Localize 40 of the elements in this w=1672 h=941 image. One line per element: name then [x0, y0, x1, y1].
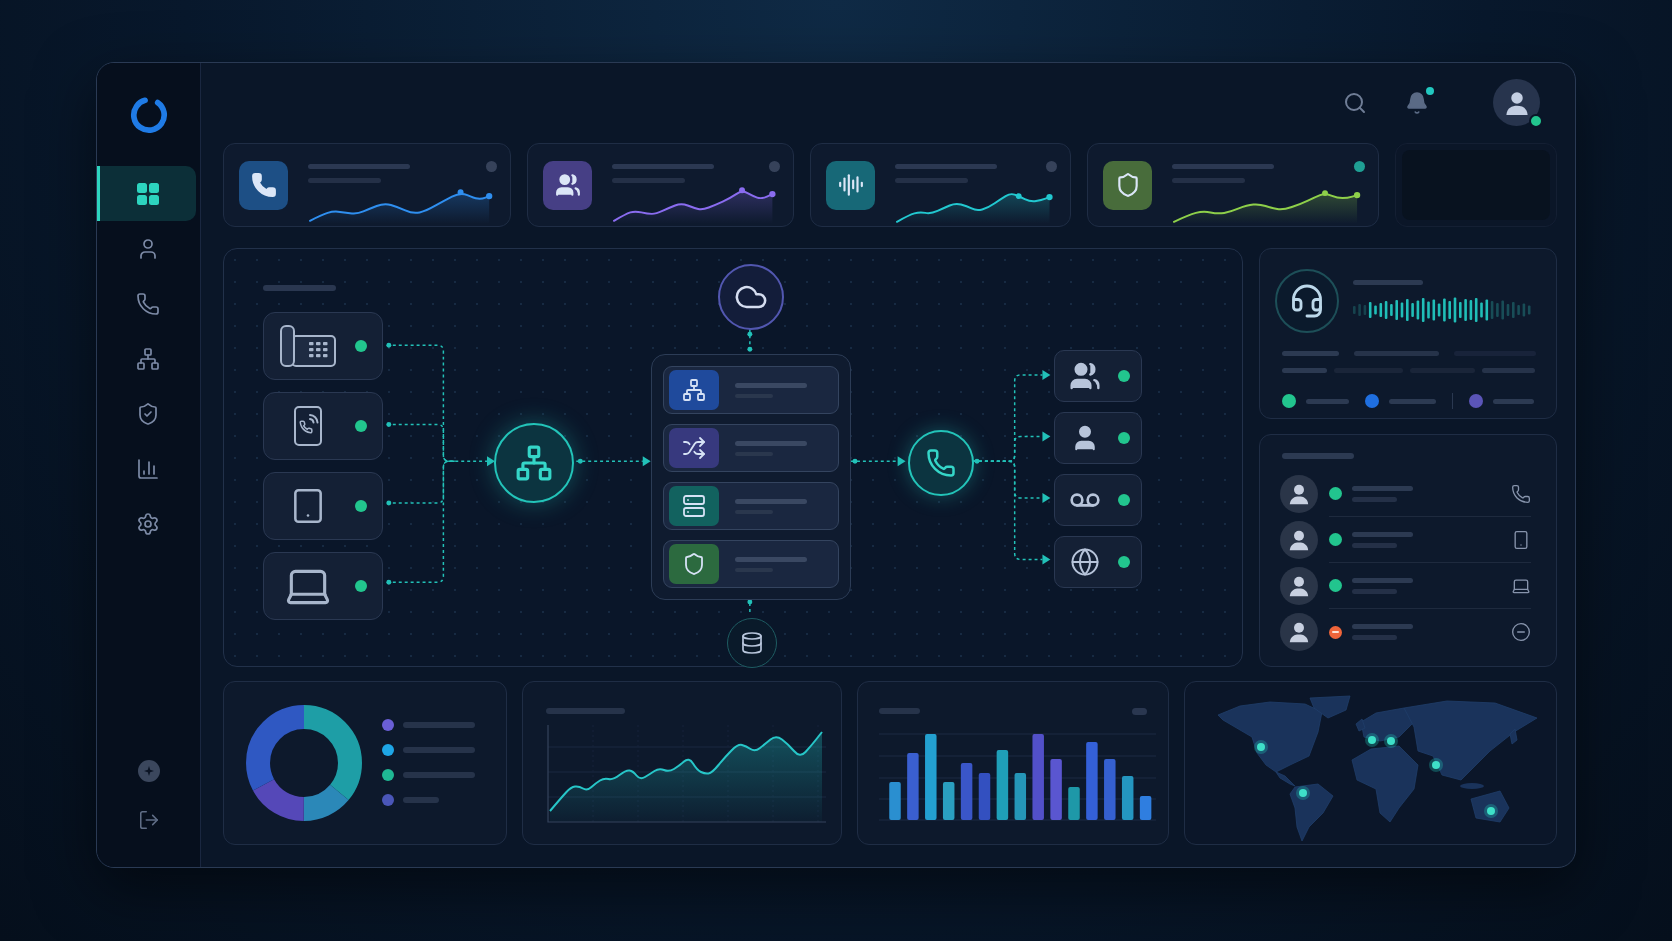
desk-phone-icon	[280, 325, 336, 368]
avatar-icon	[1280, 613, 1318, 652]
globe-icon	[1070, 547, 1100, 578]
settings-icon	[136, 511, 160, 536]
bar-chart-icon	[136, 456, 160, 481]
phone-icon	[1511, 483, 1531, 504]
dashboard-grid-icon	[137, 182, 159, 205]
mobile-phone-icon	[294, 406, 322, 447]
map-pin-icon[interactable]	[1254, 740, 1268, 754]
avatar-icon	[1280, 475, 1318, 514]
bell-icon[interactable]	[1405, 90, 1429, 115]
shield-icon	[136, 401, 160, 426]
hierarchy-icon[interactable]	[494, 423, 574, 504]
avatar-icon	[1280, 521, 1318, 560]
map-pin-icon[interactable]	[1296, 786, 1310, 800]
map-pin-icon[interactable]	[1365, 733, 1379, 747]
search-icon[interactable]	[1343, 90, 1367, 115]
avatar-icon	[1280, 567, 1318, 606]
sidebar-nav-item[interactable]	[97, 166, 196, 221]
minus-circle-icon	[1511, 622, 1531, 643]
map-pin-icon[interactable]	[1484, 804, 1498, 818]
avatar-icon[interactable]	[1493, 79, 1540, 127]
routing-step-card[interactable]	[663, 366, 839, 415]
logo-icon	[129, 95, 168, 134]
audio-wave-icon	[826, 160, 875, 210]
users-icon	[543, 160, 592, 210]
shield-icon	[1103, 160, 1152, 210]
routing-step-card[interactable]	[663, 482, 839, 531]
map-pin-icon[interactable]	[1384, 734, 1398, 748]
phone-icon	[136, 291, 160, 316]
connector-line	[747, 329, 753, 355]
hierarchy-icon	[136, 346, 160, 371]
logout-icon[interactable]	[137, 809, 160, 831]
connector-arrow	[454, 456, 495, 467]
phone-icon	[239, 160, 288, 210]
map-pin-icon[interactable]	[1429, 758, 1443, 772]
phone-icon[interactable]	[908, 430, 974, 497]
database-icon[interactable]	[727, 618, 777, 669]
connector-arrow	[850, 456, 906, 467]
cloud-icon[interactable]	[718, 264, 784, 331]
